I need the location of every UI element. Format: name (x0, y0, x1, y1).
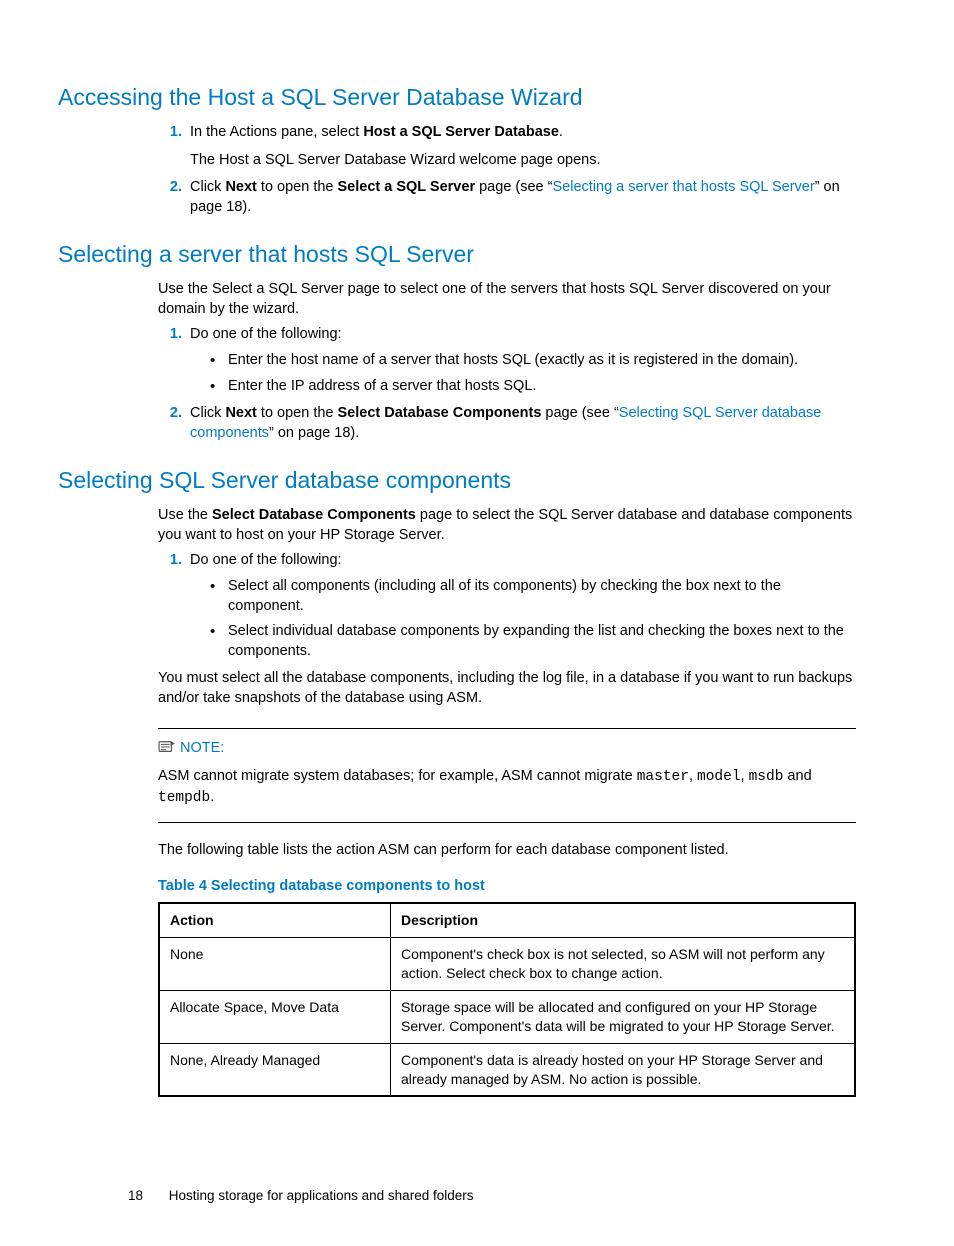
table-header-row: Action Description (159, 903, 855, 937)
step-1: 1. In the Actions pane, select Host a SQ… (158, 123, 856, 170)
components-table: Action Description None Component's chec… (158, 902, 856, 1097)
section-3-body: Use the Select Database Components page … (158, 506, 856, 1097)
step-number: 1. (158, 325, 182, 345)
paragraph: You must select all the database compone… (158, 669, 856, 708)
step-text: Click (190, 179, 225, 195)
step-2: 2. Click Next to open the Select a SQL S… (158, 178, 856, 217)
step-1: 1. Do one of the following: Enter the ho… (158, 325, 856, 396)
table-row: None Component's check box is not select… (159, 938, 855, 991)
table-caption: Table 4 Selecting database components to… (158, 877, 856, 897)
strong-text: Next (225, 405, 256, 421)
page-footer: 18 Hosting storage for applications and … (128, 1187, 896, 1205)
heading-selecting-components: Selecting SQL Server database components (58, 465, 896, 496)
bullet-item: Select all components (including all of … (210, 577, 856, 616)
strong-text: Next (225, 179, 256, 195)
strong-text: Select a SQL Server (338, 179, 476, 195)
step-text: ” on page 18). (269, 425, 359, 441)
step-text: . (559, 124, 563, 140)
column-header-action: Action (159, 903, 391, 937)
text: , (741, 768, 749, 784)
paragraph: The following table lists the action ASM… (158, 841, 856, 861)
table-row: None, Already Managed Component's data i… (159, 1043, 855, 1096)
cell-description: Component's check box is not selected, s… (391, 938, 856, 991)
note-label: NOTE: (180, 740, 224, 756)
cell-action: Allocate Space, Move Data (159, 990, 391, 1043)
step-1: 1. Do one of the following: Select all c… (158, 551, 856, 661)
xref-link[interactable]: Selecting a server that hosts SQL Server (552, 179, 814, 195)
intro-text: Use the Select a SQL Server page to sele… (158, 280, 856, 319)
cell-description: Storage space will be allocated and conf… (391, 990, 856, 1043)
step-subtext: The Host a SQL Server Database Wizard we… (190, 151, 856, 171)
step-text: Do one of the following: (190, 552, 342, 568)
code-text: msdb (749, 769, 784, 785)
bullet-item: Enter the host name of a server that hos… (210, 351, 856, 371)
step-number: 1. (158, 551, 182, 571)
bullet-item: Enter the IP address of a server that ho… (210, 377, 856, 397)
step-text: Click (190, 405, 225, 421)
strong-text: Select Database Components (338, 405, 542, 421)
step-text: page (see “ (541, 405, 618, 421)
footer-title: Hosting storage for applications and sha… (169, 1188, 474, 1203)
step-text: In the Actions pane, select (190, 124, 363, 140)
text: , (689, 768, 697, 784)
note-heading: NOTE: (158, 739, 856, 761)
note-block: NOTE: ASM cannot migrate system database… (158, 728, 856, 823)
step-text: to open the (257, 405, 338, 421)
note-icon (158, 740, 176, 761)
text: Use the (158, 507, 212, 523)
step-text: page (see “ (475, 179, 552, 195)
table-row: Allocate Space, Move Data Storage space … (159, 990, 855, 1043)
code-text: model (697, 769, 741, 785)
section-2-body: Use the Select a SQL Server page to sele… (158, 280, 856, 443)
intro-text: Use the Select Database Components page … (158, 506, 856, 545)
column-header-description: Description (391, 903, 856, 937)
step-number: 1. (158, 123, 182, 143)
heading-selecting-server: Selecting a server that hosts SQL Server (58, 239, 896, 270)
code-text: tempdb (158, 790, 210, 806)
step-number: 2. (158, 178, 182, 198)
cell-action: None (159, 938, 391, 991)
cell-description: Component's data is already hosted on yo… (391, 1043, 856, 1096)
text: ASM cannot migrate system databases; for… (158, 768, 637, 784)
note-text: ASM cannot migrate system databases; for… (158, 767, 856, 808)
heading-accessing-wizard: Accessing the Host a SQL Server Database… (58, 82, 896, 113)
page-number: 18 (128, 1187, 143, 1205)
bullet-item: Select individual database components by… (210, 622, 856, 661)
step-text: to open the (257, 179, 338, 195)
section-1-body: 1. In the Actions pane, select Host a SQ… (158, 123, 856, 217)
text: . (210, 789, 214, 805)
text: and (783, 768, 811, 784)
step-2: 2. Click Next to open the Select Databas… (158, 404, 856, 443)
step-text: Do one of the following: (190, 326, 342, 342)
strong-text: Select Database Components (212, 507, 416, 523)
cell-action: None, Already Managed (159, 1043, 391, 1096)
code-text: master (637, 769, 689, 785)
strong-text: Host a SQL Server Database (363, 124, 559, 140)
step-number: 2. (158, 404, 182, 424)
